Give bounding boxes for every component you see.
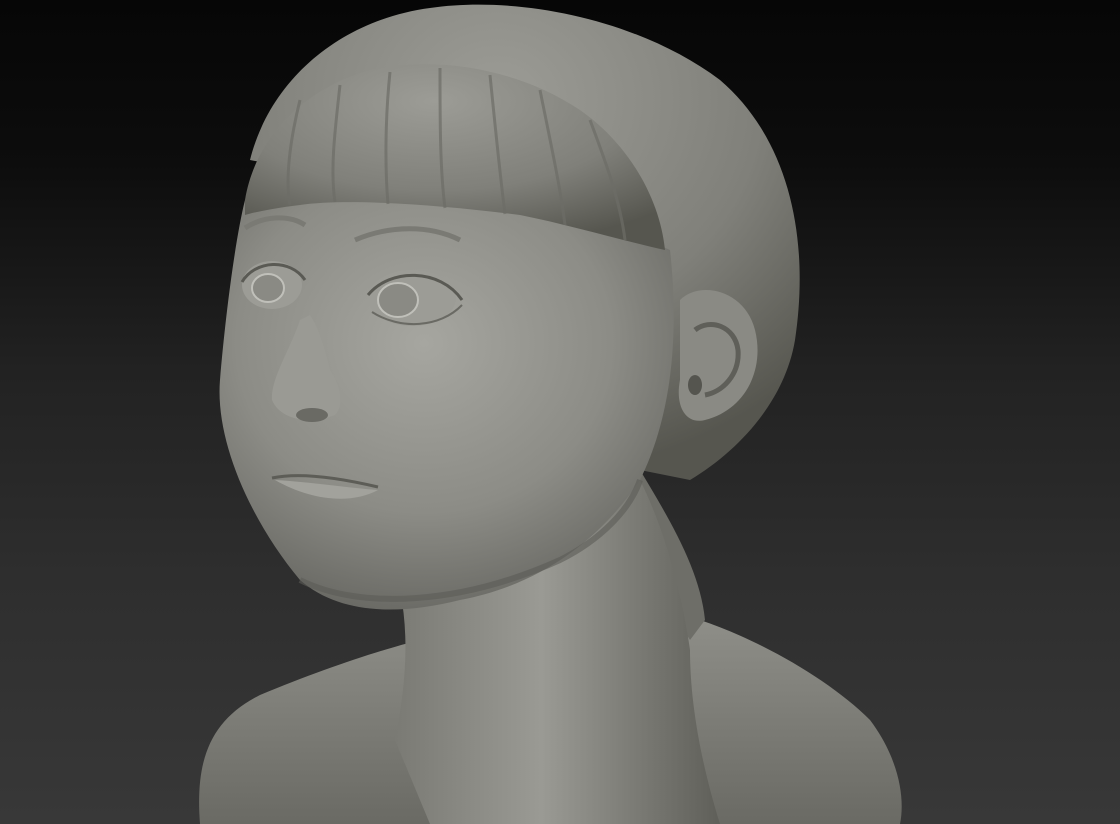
bust-model [199,4,902,824]
sculpt-viewport[interactable] [0,0,1120,824]
